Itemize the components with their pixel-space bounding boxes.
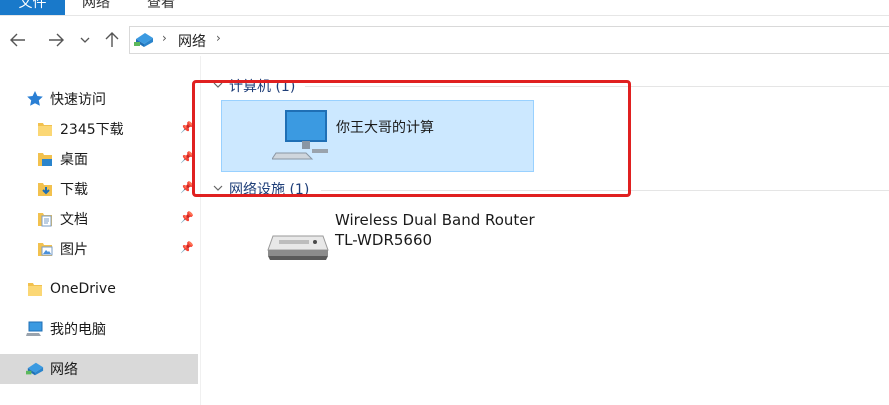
network-icon: [26, 360, 44, 378]
up-arrow-icon: [105, 32, 119, 47]
sidebar-item-documents[interactable]: 文档 📌: [0, 205, 198, 233]
sidebar-item-quick-access[interactable]: 快速访问: [0, 85, 198, 113]
sidebar-item-downloads[interactable]: 下载 📌: [0, 175, 198, 203]
folder-icon: [36, 120, 54, 138]
tab-view[interactable]: 查看: [133, 0, 189, 15]
star-icon: [26, 90, 44, 108]
pictures-folder-icon: [36, 240, 54, 258]
back-button[interactable]: [8, 30, 28, 50]
up-button[interactable]: [102, 30, 122, 50]
ribbon-divider: [0, 15, 889, 16]
network-icon: [134, 31, 154, 53]
sidebar-item-label: 2345下载: [60, 122, 124, 138]
sidebar-item-pictures[interactable]: 图片 📌: [0, 235, 198, 263]
navigation-bar: › 网络 ›: [0, 24, 889, 56]
router-model-name: Wireless Dual Band Router: [335, 211, 535, 229]
sidebar-item-label: 快速访问: [50, 92, 106, 108]
folder-icon: [26, 280, 44, 298]
ribbon: 文件 网络 查看: [0, 0, 889, 15]
back-arrow-icon: [10, 33, 25, 47]
sidebar-item-label: 桌面: [60, 152, 88, 168]
sidebar-item-desktop[interactable]: 桌面 📌: [0, 145, 198, 173]
pin-icon[interactable]: 📌: [180, 241, 194, 254]
documents-folder-icon: [36, 210, 54, 228]
sidebar-item-onedrive[interactable]: OneDrive: [0, 275, 198, 303]
sidebar-item-label: 下载: [60, 182, 88, 198]
recent-locations-button[interactable]: [78, 30, 92, 50]
desktop-folder-icon: [36, 150, 54, 168]
sidebar-item-label: 图片: [60, 242, 88, 258]
sidebar-item-network[interactable]: 网络: [0, 354, 198, 384]
navigation-pane: 快速访问 2345下载 📌 桌面 📌 下载 📌 文档 📌 图片 📌 OneDri…: [0, 80, 200, 405]
sidebar-item-this-pc[interactable]: 我的电脑: [0, 315, 198, 343]
forward-button[interactable]: [46, 30, 66, 50]
sidebar-item-label: 文档: [60, 212, 88, 228]
tab-network[interactable]: 网络: [68, 0, 124, 15]
annotation-highlight-box: [192, 80, 631, 197]
chevron-down-icon: [80, 37, 90, 43]
address-bar[interactable]: › 网络 ›: [129, 26, 889, 54]
downloads-folder-icon: [36, 180, 54, 198]
sidebar-item-2345-downloads[interactable]: 2345下载 📌: [0, 115, 198, 143]
router-icon[interactable]: [267, 228, 329, 266]
tab-file[interactable]: 文件: [0, 0, 65, 15]
breadcrumb-chevron-icon[interactable]: ›: [216, 31, 221, 45]
forward-arrow-icon: [49, 33, 64, 47]
computer-icon: [26, 320, 44, 338]
router-model-number: TL-WDR5660: [335, 231, 433, 249]
breadcrumb-network[interactable]: 网络: [178, 31, 206, 51]
pin-icon[interactable]: 📌: [180, 211, 194, 224]
sidebar-item-label: 网络: [50, 362, 78, 378]
sidebar-item-label: 我的电脑: [50, 322, 106, 338]
router-item[interactable]: Wireless Dual Band Router TL-WDR5660: [335, 210, 535, 250]
sidebar-item-label: OneDrive: [50, 281, 116, 297]
breadcrumb-chevron-icon[interactable]: ›: [162, 31, 167, 45]
